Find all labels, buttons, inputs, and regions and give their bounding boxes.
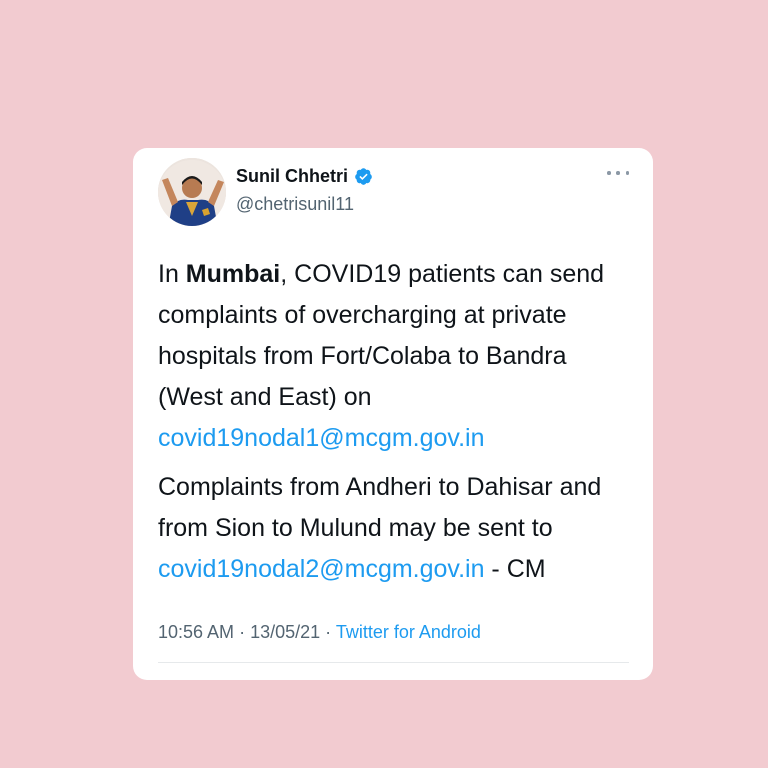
verified-badge-icon	[355, 168, 372, 185]
tweet-source[interactable]: Twitter for Android	[336, 622, 481, 642]
tweet-paragraph-2: Complaints from Andheri to Dahisar and f…	[158, 467, 638, 590]
author-handle[interactable]: @chetrisunil11	[236, 194, 354, 215]
para1-lead: In	[158, 260, 186, 288]
tweet-date[interactable]: 13/05/21	[250, 622, 320, 642]
tweet-paragraph-1: In Mumbai, COVID19 patients can send com…	[158, 254, 638, 459]
author-name-row: Sunil Chhetri	[236, 166, 373, 187]
tweet-time[interactable]: 10:56 AM	[158, 622, 234, 642]
para2-body: Complaints from Andheri to Dahisar and f…	[158, 473, 602, 542]
meta-separator-1: ·	[234, 622, 251, 642]
email-link-2[interactable]: covid19nodal2@mcgm.gov.in	[158, 555, 484, 583]
avatar-image	[158, 158, 226, 226]
divider	[158, 662, 629, 663]
tweet-text: In Mumbai, COVID19 patients can send com…	[158, 254, 638, 590]
avatar[interactable]	[158, 158, 226, 226]
author-name[interactable]: Sunil Chhetri	[236, 166, 348, 187]
para2-suffix: - CM	[484, 555, 546, 583]
more-options-icon[interactable]	[607, 168, 629, 178]
meta-separator-2: ·	[320, 622, 336, 642]
para1-bold-city: Mumbai	[185, 260, 281, 288]
tweet-meta: 10:56 AM · 13/05/21 · Twitter for Androi…	[158, 622, 481, 643]
tweet-card: Sunil Chhetri @chetrisunil11 In Mumbai, …	[133, 148, 653, 680]
email-link-1[interactable]: covid19nodal1@mcgm.gov.in	[158, 424, 484, 452]
